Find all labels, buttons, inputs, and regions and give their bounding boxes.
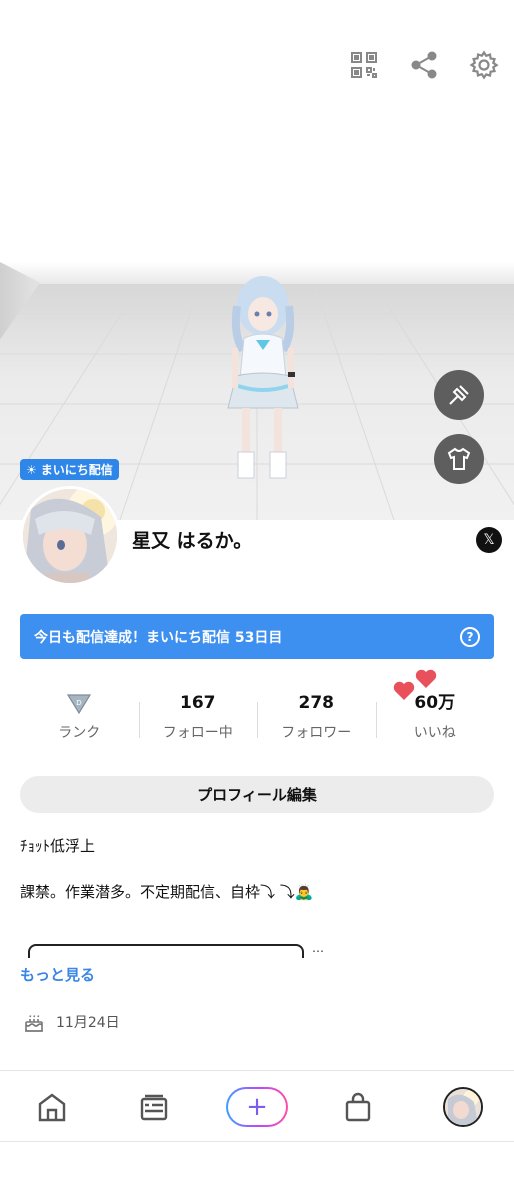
bio-decorative-frame bbox=[28, 944, 304, 958]
following-label: フォロー中 bbox=[162, 725, 233, 741]
help-icon[interactable]: ? bbox=[460, 627, 480, 647]
likes-label: いいね bbox=[413, 725, 456, 741]
brush-edit-button[interactable] bbox=[434, 370, 484, 420]
stat-following[interactable]: 167 フォロー中 bbox=[138, 690, 258, 750]
3d-avatar-figure[interactable] bbox=[218, 268, 308, 496]
x-logo-icon[interactable]: 𝕏 bbox=[476, 527, 502, 553]
followers-count: 278 bbox=[298, 693, 335, 713]
stat-followers[interactable]: 278 フォロワー bbox=[257, 690, 376, 750]
shop-bag-icon bbox=[345, 1092, 371, 1122]
nav-shop[interactable] bbox=[338, 1087, 378, 1127]
plus-icon: + bbox=[246, 1092, 268, 1122]
edit-profile-button[interactable]: プロフィール編集 bbox=[20, 776, 494, 813]
avatar-room-viewer[interactable]: ☀ まいにち配信 bbox=[0, 0, 514, 520]
stat-likes[interactable]: 60万 いいね bbox=[375, 669, 495, 750]
tshirt-icon bbox=[447, 447, 471, 470]
show-more-link[interactable]: もっと見る bbox=[20, 964, 95, 985]
svg-text:D: D bbox=[77, 699, 82, 707]
rank-label: ランク bbox=[58, 725, 101, 741]
settings-gear-icon[interactable] bbox=[467, 48, 501, 82]
share-icon[interactable] bbox=[407, 48, 441, 82]
daily-badge-label: まいにち配信 bbox=[40, 463, 113, 477]
rank-triangle-icon: D bbox=[67, 694, 92, 715]
followers-label: フォロワー bbox=[281, 725, 352, 741]
birthday-cake-icon bbox=[25, 1015, 43, 1032]
nav-home[interactable] bbox=[32, 1087, 72, 1127]
home-icon bbox=[38, 1093, 66, 1122]
birthday-text: 11月24日 bbox=[56, 1015, 120, 1031]
daily-streak-banner[interactable]: 今日も配信達成！まいにち配信 53日目 ? bbox=[20, 614, 494, 659]
outfit-button[interactable] bbox=[434, 434, 484, 484]
profile-stats: D ランク 167 フォロー中 278 フォロワー 60万 いいね bbox=[20, 669, 495, 750]
streak-text: 今日も配信達成！まいにち配信 53日目 bbox=[34, 629, 283, 646]
profile-name: 星又 はるか。 bbox=[132, 530, 253, 552]
feed-list-icon bbox=[140, 1094, 168, 1121]
qr-code-icon[interactable] bbox=[347, 48, 381, 82]
daily-stream-badge: ☀ まいにち配信 bbox=[20, 459, 119, 480]
stat-rank[interactable]: D ランク bbox=[20, 690, 139, 750]
sun-icon: ☀ bbox=[26, 462, 37, 477]
nav-profile-avatar[interactable] bbox=[443, 1087, 483, 1127]
bio-ellipsis: … bbox=[312, 941, 324, 955]
bottom-navigation: + bbox=[0, 1070, 514, 1142]
bio-line-2: 課禁。作業潜多。不定期配信、自枠⤵︎ ⤵︎🙇‍♂️ bbox=[20, 883, 314, 901]
create-post-button[interactable]: + bbox=[226, 1087, 288, 1127]
profile-bio: ﾁｮｯﾄ低浮上 課禁。作業潜多。不定期配信、自枠⤵︎ ⤵︎🙇‍♂️ bbox=[20, 836, 494, 902]
birthday-row: 11月24日 bbox=[22, 1010, 120, 1034]
brush-edit-icon bbox=[449, 385, 469, 405]
nav-feed[interactable] bbox=[134, 1087, 174, 1127]
bio-line-1: ﾁｮｯﾄ低浮上 bbox=[20, 837, 96, 855]
profile-photo[interactable] bbox=[20, 486, 120, 586]
hearts-icon bbox=[393, 669, 436, 700]
following-count: 167 bbox=[180, 693, 216, 713]
x-logo-glyph: 𝕏 bbox=[483, 532, 495, 548]
